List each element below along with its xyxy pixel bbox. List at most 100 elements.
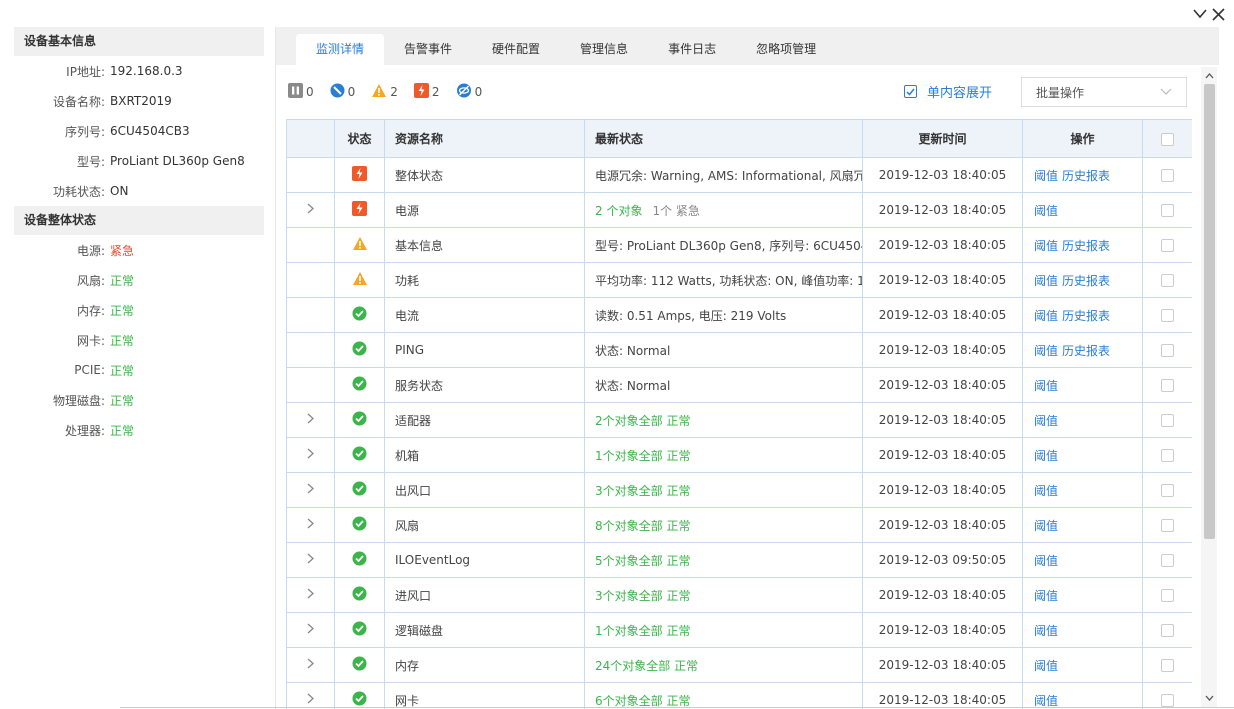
row-checkbox[interactable] <box>1161 484 1174 497</box>
row-checkbox[interactable] <box>1161 379 1174 392</box>
row-checkbox[interactable] <box>1161 309 1174 322</box>
table-row[interactable]: 机箱 1个对象全部 正常 2019-12-03 18:40:05 阈值 <box>286 437 1192 473</box>
row-expand-cell[interactable] <box>286 542 335 578</box>
row-checkbox[interactable] <box>1161 169 1174 182</box>
threshold-link[interactable]: 阈值 <box>1034 204 1058 218</box>
threshold-link[interactable]: 阈值 <box>1034 624 1058 638</box>
threshold-link[interactable]: 阈值 <box>1034 589 1058 603</box>
table-row[interactable]: 进风口 3个对象全部 正常 2019-12-03 18:40:05 阈值 <box>286 577 1192 613</box>
table-row[interactable]: 电源 2 个对象 1个 紧急 2019-12-03 18:40:05 阈值 <box>286 192 1192 228</box>
row-op-cell: 阈值 <box>1022 472 1143 508</box>
chevron-right-icon[interactable] <box>307 203 314 217</box>
row-expand-cell[interactable] <box>286 507 335 543</box>
history-report-link[interactable]: 历史报表 <box>1062 309 1110 323</box>
row-op-cell: 阈值 历史报表 <box>1022 332 1143 368</box>
row-checkbox[interactable] <box>1161 239 1174 252</box>
table-row[interactable]: 电流 读数: 0.51 Amps, 电压: 219 Volts 2019-12-03… <box>286 297 1192 333</box>
row-expand-cell[interactable] <box>286 577 335 613</box>
row-checkbox[interactable] <box>1161 554 1174 567</box>
threshold-link[interactable]: 阈值 <box>1034 519 1058 533</box>
row-checkbox[interactable] <box>1161 694 1174 707</box>
select-all-checkbox[interactable] <box>1161 132 1174 146</box>
table-row[interactable]: 风扇 8个对象全部 正常 2019-12-03 18:40:05 阈值 <box>286 507 1192 543</box>
chevron-right-icon[interactable] <box>307 448 314 462</box>
threshold-link[interactable]: 阈值 <box>1034 169 1058 183</box>
close-icon[interactable] <box>1210 6 1226 22</box>
threshold-link[interactable]: 阈值 <box>1034 274 1058 288</box>
row-expand-cell[interactable] <box>286 612 335 648</box>
row-checkbox[interactable] <box>1161 204 1174 217</box>
table-row[interactable]: 功耗 平均功率: 112 Watts, 功耗状态: ON, 峰值功率: 147 20… <box>286 262 1192 298</box>
threshold-link[interactable]: 阈值 <box>1034 449 1058 463</box>
tab-2[interactable]: 硬件配置 <box>472 34 560 65</box>
row-checkbox[interactable] <box>1161 659 1174 672</box>
chevron-right-icon[interactable] <box>307 693 314 707</box>
table-row[interactable]: 基本信息 型号: ProLiant DL360p Gen8, 序列号: 6CU45… <box>286 227 1192 263</box>
threshold-link[interactable]: 阈值 <box>1034 484 1058 498</box>
table-row[interactable]: 出风口 3个对象全部 正常 2019-12-03 18:40:05 阈值 <box>286 472 1192 508</box>
status-count[interactable]: 2 <box>371 83 398 101</box>
history-report-link[interactable]: 历史报表 <box>1062 239 1110 253</box>
row-checkbox[interactable] <box>1161 519 1174 532</box>
row-expand-cell[interactable] <box>286 192 335 228</box>
tab-0[interactable]: 监测详情 <box>296 34 385 65</box>
threshold-link[interactable]: 阈值 <box>1034 379 1058 393</box>
tab-5[interactable]: 忽略项管理 <box>736 34 836 65</box>
row-checkbox[interactable] <box>1161 414 1174 427</box>
table-row[interactable]: 逻辑磁盘 1个对象全部 正常 2019-12-03 18:40:05 阈值 <box>286 612 1192 648</box>
row-expand-cell[interactable] <box>286 647 335 683</box>
row-expand-cell[interactable] <box>286 472 335 508</box>
threshold-link[interactable]: 阈值 <box>1034 239 1058 253</box>
table-row[interactable]: 适配器 2个对象全部 正常 2019-12-03 18:40:05 阈值 <box>286 402 1192 438</box>
tab-3[interactable]: 管理信息 <box>560 34 648 65</box>
table-row[interactable]: 服务状态 状态: Normal 2019-12-03 18:40:05 阈值 <box>286 367 1192 403</box>
row-name: PING <box>384 332 585 368</box>
row-checkbox[interactable] <box>1161 589 1174 602</box>
tab-4[interactable]: 事件日志 <box>648 34 736 65</box>
row-checkbox[interactable] <box>1161 344 1174 357</box>
history-report-link[interactable]: 历史报表 <box>1062 344 1110 358</box>
scroll-down-icon[interactable] <box>1201 691 1217 705</box>
row-checkbox[interactable] <box>1161 274 1174 287</box>
row-expand-cell[interactable] <box>286 402 335 438</box>
chevron-down-icon[interactable] <box>1192 6 1208 22</box>
table-row[interactable]: PING 状态: Normal 2019-12-03 18:40:05 阈值 历史报表 <box>286 332 1192 368</box>
chevron-right-icon[interactable] <box>307 483 314 497</box>
row-time: 2019-12-03 18:40:05 <box>862 612 1023 648</box>
row-checkbox[interactable] <box>1161 624 1174 637</box>
row-checkbox[interactable] <box>1161 449 1174 462</box>
threshold-link[interactable]: 阈值 <box>1034 344 1058 358</box>
table-row[interactable]: 内存 24个对象全部 正常 2019-12-03 18:40:05 阈值 <box>286 647 1192 683</box>
status-count[interactable]: 0 <box>288 83 314 101</box>
status-count[interactable]: 2 <box>413 83 440 101</box>
scrollbar-thumb[interactable] <box>1204 84 1215 539</box>
expand-checkbox[interactable] <box>904 85 917 98</box>
threshold-link[interactable]: 阈值 <box>1034 414 1058 428</box>
status-count[interactable]: 0 <box>456 83 482 101</box>
history-report-link[interactable]: 历史报表 <box>1062 274 1110 288</box>
scroll-up-icon[interactable] <box>1201 69 1217 83</box>
batch-operation-select[interactable]: 批量操作 <box>1021 77 1187 107</box>
chevron-right-icon[interactable] <box>307 623 314 637</box>
row-latest: 3个对象全部 正常 <box>595 483 691 498</box>
chevron-right-icon[interactable] <box>307 553 314 567</box>
chevron-right-icon[interactable] <box>307 588 314 602</box>
table-row[interactable]: ILOEventLog 5个对象全部 正常 2019-12-03 09:50:05 阈… <box>286 542 1192 578</box>
vertical-scrollbar[interactable] <box>1201 67 1217 707</box>
threshold-link[interactable]: 阈值 <box>1034 554 1058 568</box>
status-count[interactable]: 0 <box>330 83 355 101</box>
chevron-right-icon[interactable] <box>307 518 314 532</box>
table-row[interactable]: 网卡 6个对象全部 正常 2019-12-03 18:40:05 阈值 <box>286 682 1192 709</box>
table-row[interactable]: 整体状态 电源冗余: Warning, AMS: Informational, 风… <box>286 157 1192 193</box>
threshold-link[interactable]: 阈值 <box>1034 309 1058 323</box>
tab-1[interactable]: 告警事件 <box>384 34 472 65</box>
threshold-link[interactable]: 阈值 <box>1034 659 1058 673</box>
expand-toggle[interactable]: 单内容展开 <box>904 82 992 101</box>
row-latest: 8个对象全部 正常 <box>595 518 691 533</box>
chevron-right-icon[interactable] <box>307 658 314 672</box>
row-expand-cell[interactable] <box>286 682 335 709</box>
threshold-link[interactable]: 阈值 <box>1034 694 1058 708</box>
row-expand-cell[interactable] <box>286 437 335 473</box>
history-report-link[interactable]: 历史报表 <box>1062 169 1110 183</box>
chevron-right-icon[interactable] <box>307 413 314 427</box>
